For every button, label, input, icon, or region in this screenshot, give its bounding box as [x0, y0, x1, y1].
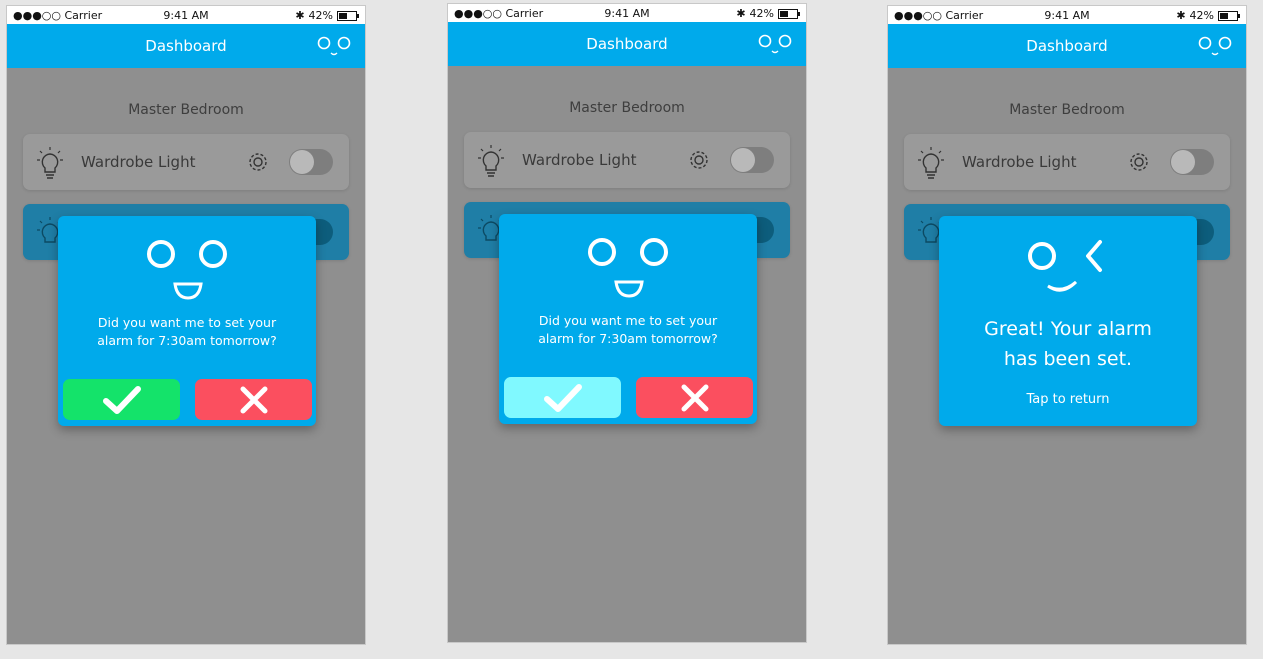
phone-screen-2: ●●●○○ Carrier 9:41 AM ✱ 42% Dashboard Ma…: [447, 3, 807, 643]
status-right: ✱ 42%: [736, 7, 800, 20]
confirm-no-button[interactable]: [636, 377, 753, 418]
close-icon: [681, 384, 708, 411]
status-bar: ●●●○○ Carrier 9:41 AM ✱ 42%: [888, 6, 1246, 24]
phone-screen-3: ●●●○○ Carrier 9:41 AM ✱ 42% Dashboard Ma…: [887, 5, 1247, 645]
device-label: Wardrobe Light: [81, 153, 196, 171]
lightbulb-icon: [37, 147, 63, 179]
bluetooth-icon: ✱: [295, 9, 305, 22]
device-label: Wardrobe Light: [962, 153, 1077, 171]
battery-icon: [778, 8, 800, 19]
device-card-wardrobe-light[interactable]: Wardrobe Light: [23, 134, 349, 190]
page-title: Dashboard: [1026, 37, 1108, 55]
room-title: Master Bedroom: [128, 102, 244, 118]
confirm-no-button[interactable]: [195, 379, 312, 420]
lightbulb-icon: [478, 145, 504, 177]
bluetooth-icon: ✱: [1176, 9, 1186, 22]
status-bar: ●●●○○ Carrier 9:41 AM ✱ 42%: [448, 4, 806, 22]
battery-percent: 42%: [749, 7, 774, 20]
battery-percent: 42%: [1189, 9, 1214, 22]
message-line-2: alarm for 7:30am tomorrow?: [97, 333, 277, 348]
status-right: ✱ 42%: [295, 9, 359, 22]
app-header: Dashboard: [448, 22, 806, 66]
winking-face-icon: [1028, 240, 1102, 292]
page-title: Dashboard: [586, 35, 668, 53]
device-toggle[interactable]: [730, 147, 774, 173]
lightbulb-icon: [918, 147, 944, 179]
alarm-confirm-dialog: Did you want me to set your alarm for 7:…: [58, 216, 316, 426]
assistant-face-icon: [588, 238, 668, 298]
device-toggle[interactable]: [1170, 149, 1214, 175]
status-bar: ●●●○○ Carrier 9:41 AM ✱ 42%: [7, 6, 365, 24]
page-title: Dashboard: [145, 37, 227, 55]
gear-icon[interactable]: [686, 147, 712, 173]
dialog-message: Did you want me to set your alarm for 7:…: [72, 314, 302, 350]
alarm-set-dialog[interactable]: Great! Your alarm has been set. Tap to r…: [939, 216, 1197, 426]
room-title: Master Bedroom: [569, 100, 685, 116]
gear-icon[interactable]: [245, 149, 271, 175]
app-header: Dashboard: [888, 24, 1246, 68]
checkmark-icon: [102, 385, 141, 414]
app-header: Dashboard: [7, 24, 365, 68]
battery-percent: 42%: [308, 9, 333, 22]
device-card-wardrobe-light[interactable]: Wardrobe Light: [904, 134, 1230, 190]
confirm-yes-button[interactable]: [63, 379, 180, 420]
room-title: Master Bedroom: [1009, 102, 1125, 118]
device-label: Wardrobe Light: [522, 151, 637, 169]
dialog-message: Did you want me to set your alarm for 7:…: [513, 312, 743, 348]
close-icon: [240, 386, 267, 413]
success-line-1: Great! Your alarm: [984, 318, 1152, 340]
success-line-2: has been set.: [1003, 348, 1133, 370]
bluetooth-icon: ✱: [736, 7, 746, 20]
confirm-yes-button-pressed[interactable]: [504, 377, 621, 418]
alarm-confirm-dialog: Did you want me to set your alarm for 7:…: [499, 214, 757, 424]
assistant-face-icon[interactable]: [315, 36, 353, 60]
assistant-face-icon: [147, 240, 227, 300]
success-message: Great! Your alarm has been set.: [949, 314, 1187, 374]
assistant-face-icon[interactable]: [1196, 36, 1234, 60]
gear-icon[interactable]: [1126, 149, 1152, 175]
message-line-1: Did you want me to set your: [538, 313, 718, 328]
device-toggle[interactable]: [289, 149, 333, 175]
battery-icon: [1218, 10, 1240, 21]
message-line-2: alarm for 7:30am tomorrow?: [538, 331, 718, 346]
phone-screen-1: ●●●○○ Carrier 9:41 AM ✱ 42% Dashboard Ma…: [6, 5, 366, 645]
device-card-wardrobe-light[interactable]: Wardrobe Light: [464, 132, 790, 188]
checkmark-icon: [543, 383, 582, 412]
tap-to-return-link[interactable]: Tap to return: [939, 392, 1197, 407]
battery-icon: [337, 10, 359, 21]
assistant-face-icon[interactable]: [756, 34, 794, 58]
message-line-1: Did you want me to set your: [97, 315, 277, 330]
status-right: ✱ 42%: [1176, 9, 1240, 22]
